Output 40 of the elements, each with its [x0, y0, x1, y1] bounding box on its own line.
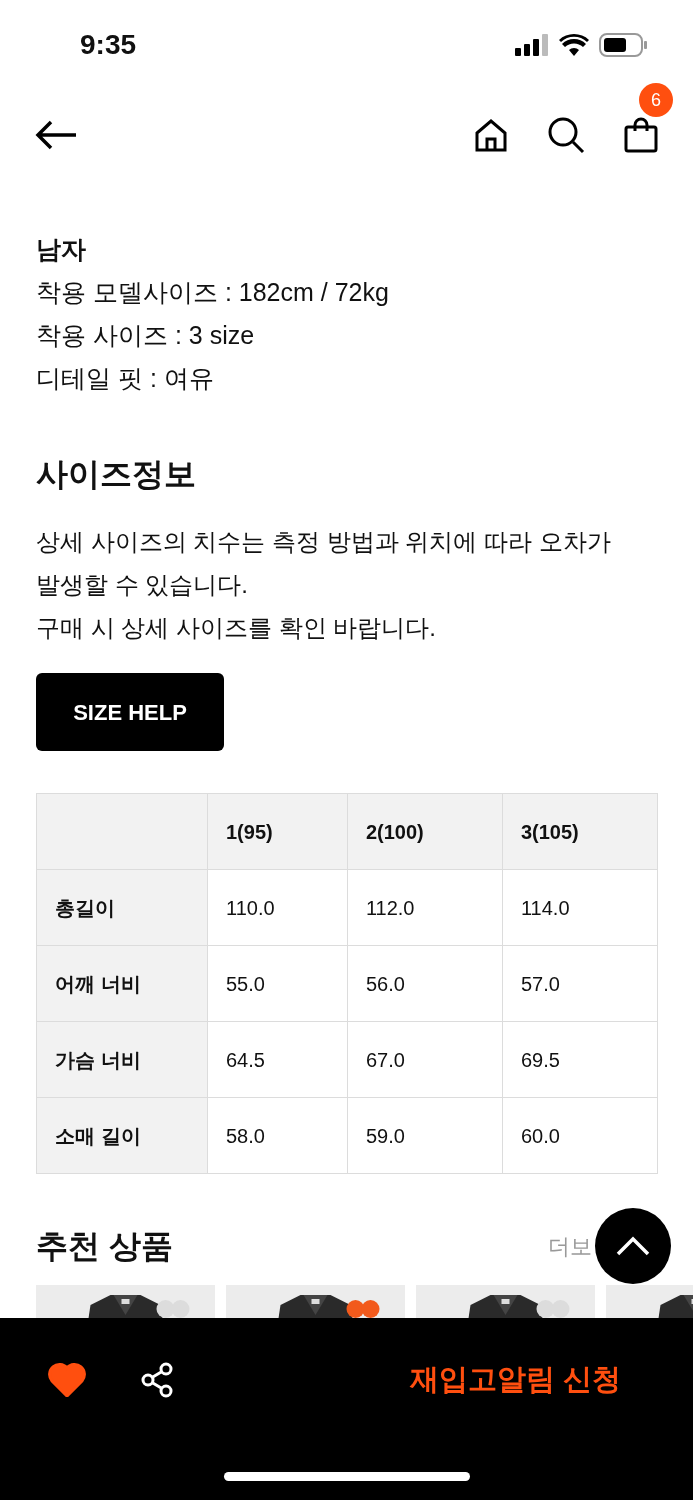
back-button[interactable] — [34, 120, 78, 150]
table-cell: 55.0 — [207, 945, 348, 1022]
section-title: 추천 상품 — [36, 1227, 173, 1266]
table-cell: 57.0 — [502, 945, 658, 1022]
size-notice: 상세 사이즈의 치수는 측정 방법과 위치에 따라 오차가 발생할 수 있습니다. 구매 시 상세 사이즈를 확인 바랍니다. — [36, 527, 612, 643]
table-cell: 112.0 — [347, 869, 503, 946]
like-button[interactable] — [48, 1363, 86, 1397]
model-gender: 남자 — [36, 234, 87, 265]
table-row-label: 소매 길이 — [36, 1097, 208, 1174]
battery-icon — [599, 33, 647, 57]
table-row-label: 총길이 — [36, 869, 208, 946]
share-button[interactable] — [140, 1362, 174, 1398]
section-title: 사이즈정보 — [36, 455, 197, 494]
table-cell: 60.0 — [502, 1097, 658, 1174]
cart-button[interactable] — [623, 117, 659, 153]
status-time: 9:35 — [80, 28, 137, 62]
model-info-text: 착용 모델사이즈 : 182cm / 72kg — [36, 277, 390, 308]
model-info-text: 착용 사이즈 : 3 size — [36, 320, 256, 351]
table-cell: 59.0 — [347, 1097, 503, 1174]
search-button[interactable] — [547, 116, 585, 154]
table-cell: 67.0 — [347, 1021, 503, 1098]
chevron-up-icon — [616, 1236, 650, 1256]
restock-alert-button[interactable]: 재입고알림 신청 — [409, 1358, 621, 1402]
signal-icon — [515, 34, 549, 56]
table-cell: 58.0 — [207, 1097, 348, 1174]
table-cell: 114.0 — [502, 869, 658, 946]
table-header-cell: 3(105) — [502, 793, 658, 870]
table-header-cell: 2(100) — [347, 793, 503, 870]
table-row-label: 가슴 너비 — [36, 1021, 208, 1098]
table-cell: 110.0 — [207, 869, 348, 946]
cart-count-badge: 6 — [639, 83, 673, 117]
model-info-text: 디테일 핏 : 여유 — [36, 363, 215, 394]
wifi-icon — [559, 34, 589, 56]
table-cell: 56.0 — [347, 945, 503, 1022]
size-help-button[interactable]: SIZE HELP — [36, 673, 224, 751]
table-row-label: 어깨 너비 — [36, 945, 208, 1022]
table-header-cell: 1(95) — [207, 793, 348, 870]
home-button[interactable] — [473, 117, 509, 153]
table-cell: 64.5 — [207, 1021, 348, 1098]
table-cell: 69.5 — [502, 1021, 658, 1098]
